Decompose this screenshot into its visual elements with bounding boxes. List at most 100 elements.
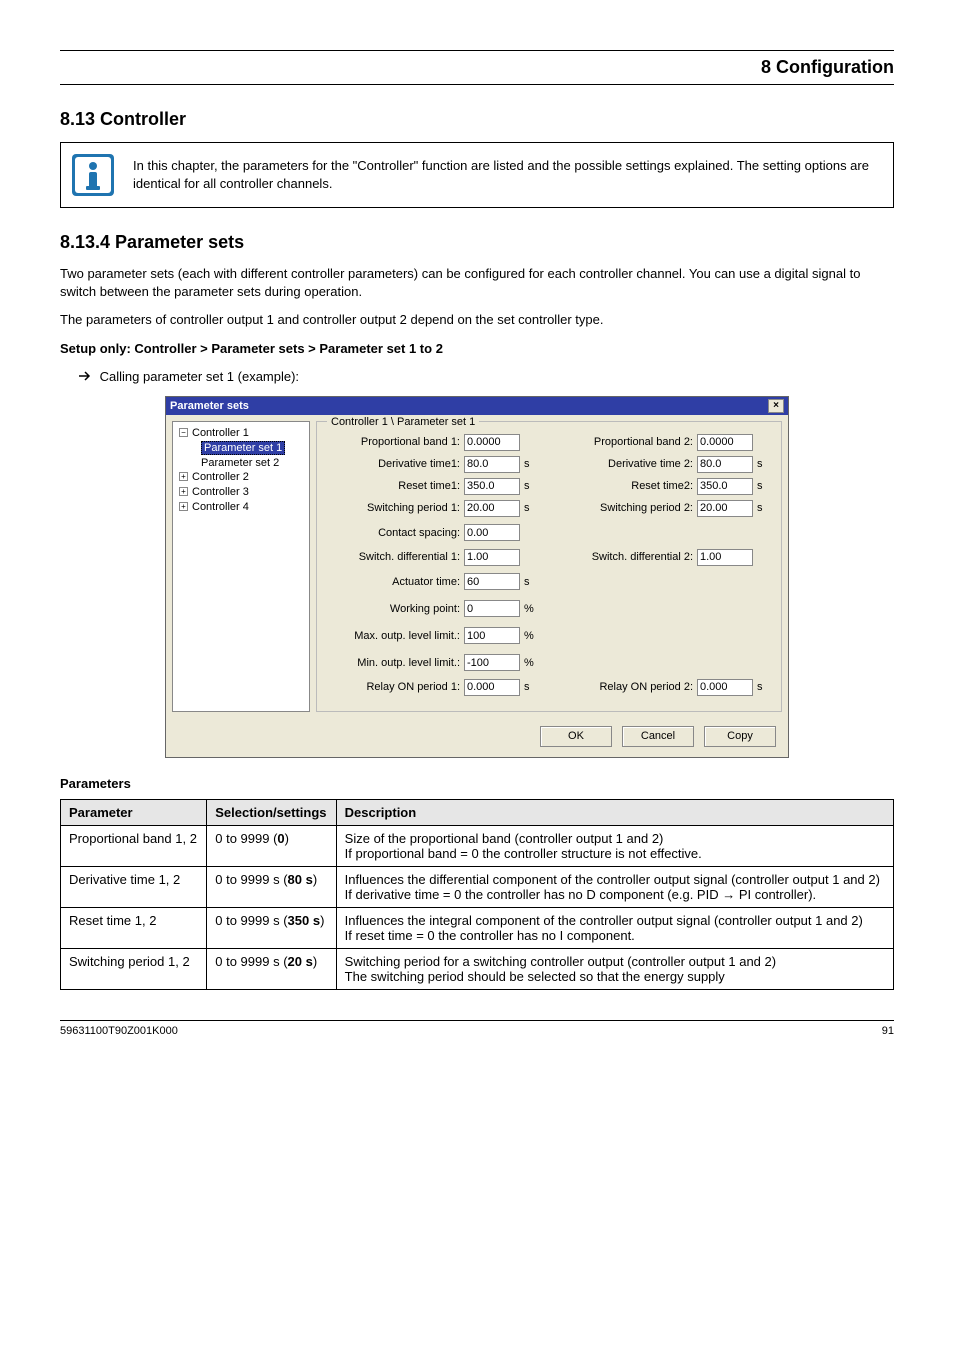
- info-callout: In this chapter, the parameters for the …: [60, 142, 894, 208]
- field-input[interactable]: [464, 500, 520, 517]
- controller-tree[interactable]: −Controller 1 Parameter set 1 Parameter …: [172, 421, 310, 712]
- field-label: Contact spacing:: [327, 527, 460, 539]
- cell-description: Influences the differential component of…: [336, 866, 893, 907]
- field-label: Derivative time 2:: [560, 458, 693, 470]
- field-input[interactable]: [464, 627, 520, 644]
- field-input[interactable]: [464, 654, 520, 671]
- field-input[interactable]: [697, 549, 753, 566]
- field-unit: s: [524, 576, 538, 588]
- field-input[interactable]: [464, 679, 520, 696]
- subsection-heading: 8.13.4 Parameter sets: [60, 232, 894, 253]
- ok-button[interactable]: OK: [540, 726, 612, 747]
- form-row: Proportional band 1:: [327, 434, 538, 451]
- form-row: Switching period 1: s: [327, 500, 538, 517]
- field-label: Reset time1:: [327, 480, 460, 492]
- field-label: Min. outp. level limit.:: [327, 657, 460, 669]
- field-input[interactable]: [464, 524, 520, 541]
- form-row: Reset time1: s: [327, 478, 538, 495]
- copy-button[interactable]: Copy: [704, 726, 776, 747]
- form-row: Proportional band 2:: [560, 434, 771, 451]
- body-para-2: The parameters of controller output 1 an…: [60, 311, 894, 329]
- page-title: 8 Configuration: [60, 57, 894, 85]
- field-unit: s: [757, 502, 771, 514]
- form-row: [560, 522, 771, 544]
- tree-controller-3[interactable]: Controller 3: [192, 486, 249, 498]
- form-row: Derivative time 2: s: [560, 456, 771, 473]
- field-unit: s: [757, 480, 771, 492]
- fieldset-legend: Controller 1 \ Parameter set 1: [327, 416, 479, 428]
- nav-instruction: Calling parameter set 1 (example):: [100, 369, 299, 384]
- col-description: Description: [336, 799, 893, 825]
- close-icon[interactable]: ×: [768, 399, 784, 413]
- field-input[interactable]: [464, 434, 520, 451]
- body-para-1: Two parameter sets (each with different …: [60, 265, 894, 301]
- info-text: In this chapter, the parameters for the …: [133, 157, 883, 192]
- section-heading: 8.13 Controller: [60, 109, 894, 130]
- field-input[interactable]: [464, 600, 520, 617]
- field-input[interactable]: [697, 679, 753, 696]
- parameters-label: Parameters: [60, 776, 894, 791]
- field-label: Proportional band 2:: [560, 436, 693, 448]
- field-unit: s: [757, 681, 771, 693]
- tree-controller-2[interactable]: Controller 2: [192, 471, 249, 483]
- form-row: Derivative time1: s: [327, 456, 538, 473]
- form-row: [560, 652, 771, 674]
- footer-page-number: 91: [882, 1025, 894, 1037]
- field-label: Reset time2:: [560, 480, 693, 492]
- cell-description: Switching period for a switching control…: [336, 948, 893, 989]
- field-unit: s: [524, 458, 538, 470]
- field-label: Actuator time:: [327, 576, 460, 588]
- info-icon: [71, 153, 115, 197]
- field-label: Relay ON period 1:: [327, 681, 460, 693]
- field-input[interactable]: [697, 500, 753, 517]
- col-selection: Selection/settings: [207, 799, 336, 825]
- field-label: Switching period 2:: [560, 502, 693, 514]
- table-row: Proportional band 1, 20 to 9999 (0)Size …: [61, 825, 894, 866]
- field-unit: %: [524, 603, 538, 615]
- form-row: [560, 571, 771, 593]
- field-unit: s: [524, 502, 538, 514]
- field-label: Switch. differential 1:: [327, 551, 460, 563]
- field-label: Working point:: [327, 603, 460, 615]
- form-row: Actuator time: s: [327, 571, 538, 593]
- form-row: Contact spacing:: [327, 522, 538, 544]
- cancel-button[interactable]: Cancel: [622, 726, 694, 747]
- field-unit: s: [524, 681, 538, 693]
- form-row: [560, 598, 771, 620]
- field-label: Max. outp. level limit.:: [327, 630, 460, 642]
- form-row: Reset time2: s: [560, 478, 771, 495]
- form-row: Working point:%: [327, 598, 538, 620]
- cell-parameter: Switching period 1, 2: [61, 948, 207, 989]
- col-parameter: Parameter: [61, 799, 207, 825]
- field-input[interactable]: [464, 549, 520, 566]
- field-unit: s: [524, 480, 538, 492]
- cell-selection: 0 to 9999 s (20 s): [207, 948, 336, 989]
- field-unit: %: [524, 657, 538, 669]
- form-row: Max. outp. level limit.:%: [327, 625, 538, 647]
- cell-parameter: Derivative time 1, 2: [61, 866, 207, 907]
- field-unit: s: [757, 458, 771, 470]
- tree-controller-1[interactable]: Controller 1: [192, 427, 249, 439]
- cell-selection: 0 to 9999 s (80 s): [207, 866, 336, 907]
- field-label: Switching period 1:: [327, 502, 460, 514]
- cell-selection: 0 to 9999 s (350 s): [207, 907, 336, 948]
- field-input[interactable]: [464, 456, 520, 473]
- field-input[interactable]: [697, 456, 753, 473]
- nav-path: Setup only: Controller > Parameter sets …: [60, 341, 443, 356]
- field-input[interactable]: [464, 478, 520, 495]
- footer-docid: 59631100T90Z001K000: [60, 1025, 178, 1037]
- cell-description: Size of the proportional band (controlle…: [336, 825, 893, 866]
- tree-paramset-2[interactable]: Parameter set 2: [201, 457, 279, 469]
- table-row: Reset time 1, 20 to 9999 s (350 s)Influe…: [61, 907, 894, 948]
- form-row: Relay ON period 2:s: [560, 679, 771, 696]
- field-label: Proportional band 1:: [327, 436, 460, 448]
- field-input[interactable]: [697, 434, 753, 451]
- tree-controller-4[interactable]: Controller 4: [192, 501, 249, 513]
- field-input[interactable]: [697, 478, 753, 495]
- field-input[interactable]: [464, 573, 520, 590]
- field-label: Derivative time1:: [327, 458, 460, 470]
- table-row: Switching period 1, 20 to 9999 s (20 s)S…: [61, 948, 894, 989]
- form-row: Switch. differential 2:: [560, 549, 771, 566]
- tree-paramset-1[interactable]: Parameter set 1: [201, 441, 285, 455]
- cell-description: Influences the integral component of the…: [336, 907, 893, 948]
